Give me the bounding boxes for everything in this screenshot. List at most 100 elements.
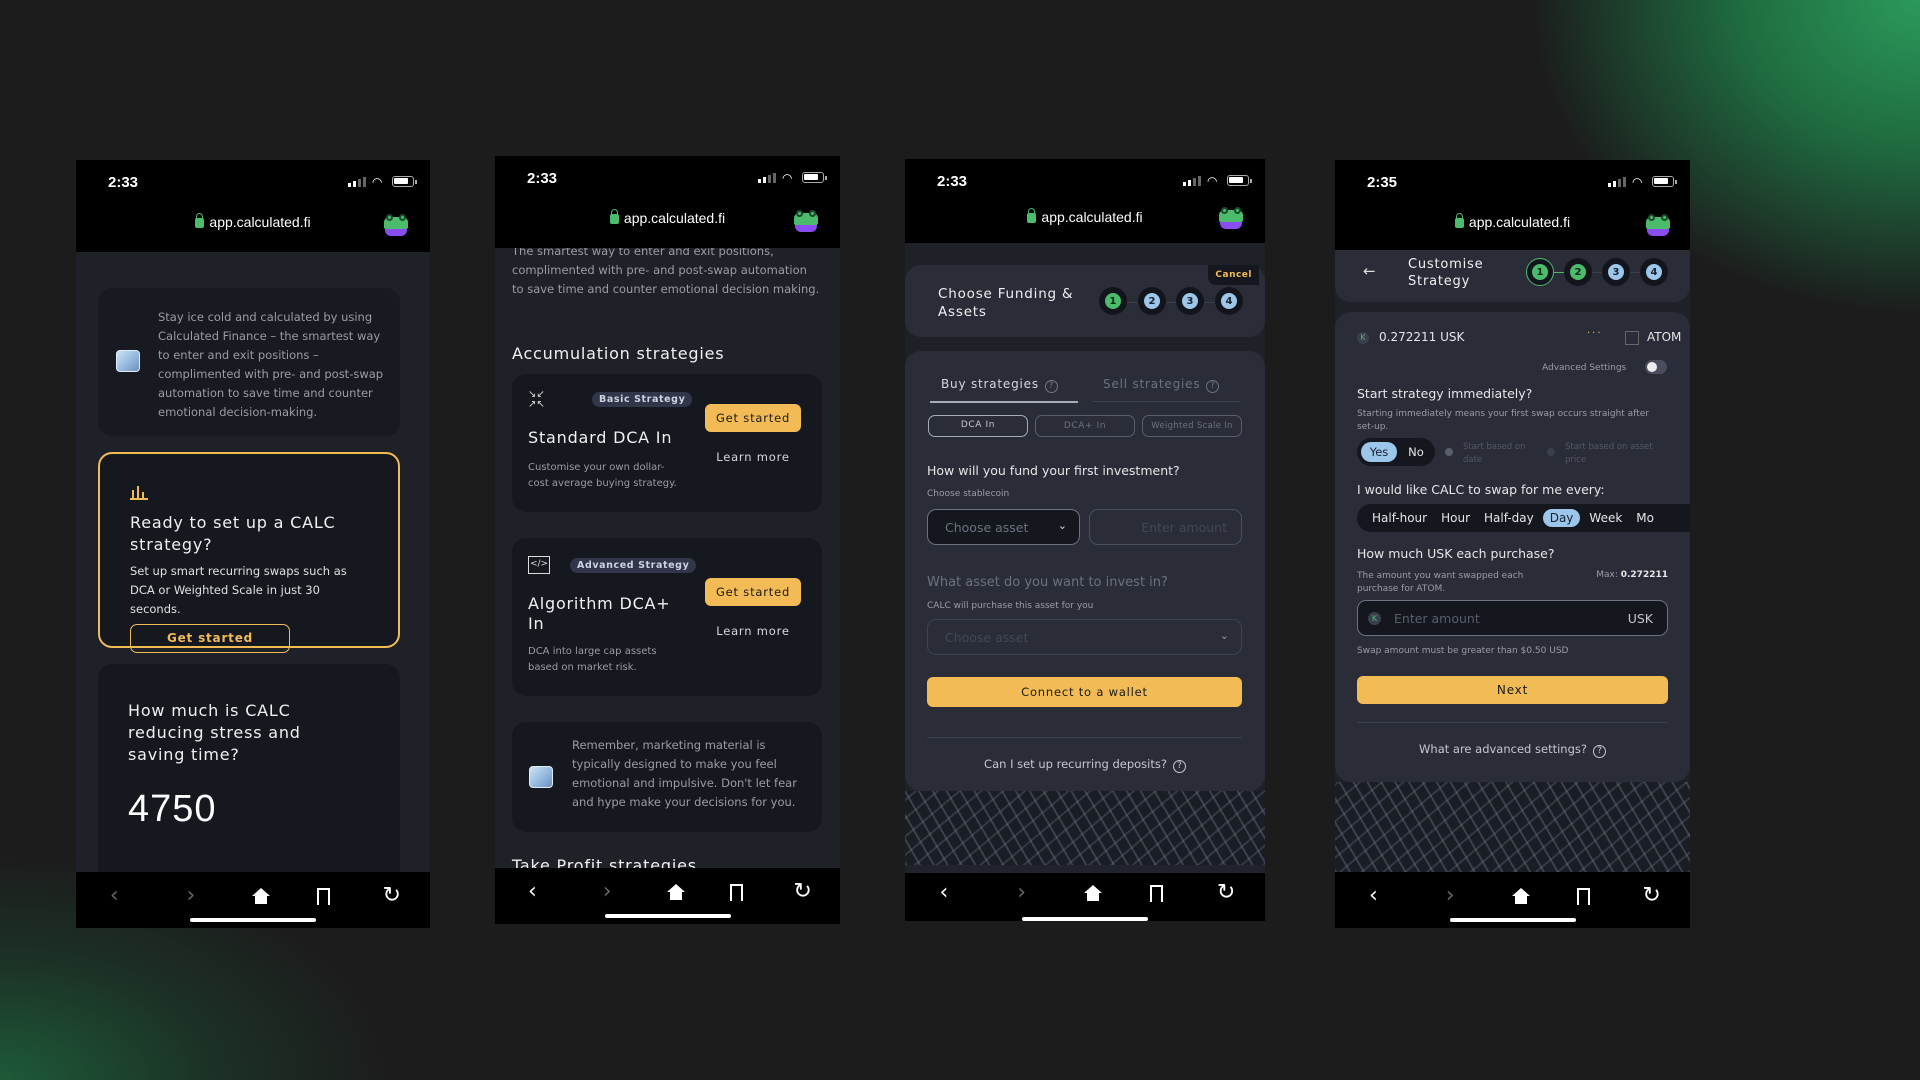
home-icon[interactable] <box>1511 888 1530 904</box>
home-icon[interactable] <box>666 884 685 900</box>
interval-option[interactable]: Week <box>1584 509 1627 527</box>
purchase-amount-input[interactable]: K Enter amount USK <box>1357 600 1668 636</box>
cancel-button[interactable]: Cancel <box>1208 265 1259 285</box>
lock-icon <box>195 213 205 228</box>
help-icon[interactable]: ? <box>1592 745 1606 758</box>
forward-button[interactable]: › <box>176 885 206 907</box>
url-text: app.calculated.fi <box>1468 214 1571 230</box>
strategy-type-dca-in[interactable]: DCA In <box>928 415 1028 437</box>
status-bar: 2:33 ◠ app.calculated.fi <box>495 156 840 248</box>
step-2[interactable]: 2 <box>1138 287 1166 315</box>
home-icon[interactable] <box>252 888 271 904</box>
start-date-option[interactable]: Start based on date <box>1463 441 1533 467</box>
connect-wallet-button[interactable]: Connect to a wallet <box>927 677 1242 707</box>
ice-cube-icon <box>529 766 553 788</box>
step-2[interactable]: 2 <box>1564 258 1592 286</box>
interval-option[interactable]: Mo <box>1631 509 1659 527</box>
address-bar[interactable]: app.calculated.fi <box>495 209 840 226</box>
address-bar[interactable]: app.calculated.fi <box>76 213 430 230</box>
calc-frog-logo-icon[interactable] <box>384 214 408 236</box>
recurring-deposits-faq[interactable]: Can I set up recurring deposits?? <box>905 757 1265 773</box>
tab-buy-strategies[interactable]: Buy strategies? <box>930 377 1078 403</box>
max-value[interactable]: 0.272211 <box>1621 570 1668 580</box>
next-button[interactable]: Next <box>1357 676 1668 704</box>
advanced-settings-toggle[interactable] <box>1645 360 1667 374</box>
step-3[interactable]: 3 <box>1176 287 1204 315</box>
calc-frog-logo-icon[interactable] <box>1219 207 1243 229</box>
interval-option[interactable]: Half-hour <box>1367 509 1432 527</box>
strategy-type-dca-plus-in[interactable]: DCA+ In <box>1035 415 1135 437</box>
get-started-button[interactable]: Get started <box>130 624 290 653</box>
reload-button[interactable]: ↻ <box>377 885 407 907</box>
step-3[interactable]: 3 <box>1602 258 1630 286</box>
bookmark-icon[interactable] <box>1150 884 1164 903</box>
signal-icon <box>1183 175 1201 186</box>
code-icon: </> <box>528 556 550 574</box>
home-icon[interactable] <box>1084 885 1103 901</box>
calc-frog-logo-icon[interactable] <box>1646 214 1670 236</box>
interval-option-selected[interactable]: Day <box>1542 509 1581 527</box>
get-started-button[interactable]: Get started <box>705 404 801 432</box>
learn-more-link[interactable]: Learn more <box>705 450 801 464</box>
start-price-option[interactable]: Start based on asset price <box>1565 441 1675 467</box>
price-radio[interactable] <box>1547 448 1555 456</box>
battery-icon <box>392 176 417 187</box>
reload-button[interactable]: ↻ <box>1211 882 1241 904</box>
strategy-card: ↘↙ ↗↖ Basic Strategy Standard DCA In Cust… <box>512 374 822 512</box>
learn-more-link[interactable]: Learn more <box>705 624 801 638</box>
home-indicator[interactable] <box>604 914 731 918</box>
help-icon[interactable]: ? <box>1172 760 1186 773</box>
home-indicator[interactable] <box>1022 917 1148 921</box>
compress-arrows-icon: ↘↙ ↗↖ <box>528 389 545 410</box>
step-4[interactable]: 4 <box>1640 258 1668 286</box>
date-radio[interactable] <box>1445 448 1453 456</box>
stablecoin-select[interactable]: Choose asset ⌄ <box>927 509 1080 545</box>
tab-sell-strategies[interactable]: Sell strategies? <box>1092 377 1240 402</box>
step-1[interactable]: 1 <box>1526 258 1554 286</box>
back-button[interactable]: ‹ <box>99 885 129 907</box>
invest-asset-select[interactable]: Choose asset ⌄ <box>927 619 1242 655</box>
faq-text: Can I set up recurring deposits? <box>984 757 1167 771</box>
forward-button[interactable]: › <box>1007 882 1037 904</box>
signal-icon <box>348 176 366 187</box>
bookmark-icon[interactable] <box>317 887 331 906</box>
status-time: 2:33 <box>937 173 968 190</box>
yes-option[interactable]: Yes <box>1361 442 1397 462</box>
address-bar[interactable]: app.calculated.fi <box>1335 213 1690 230</box>
back-button[interactable]: ‹ <box>517 881 547 903</box>
system-icons: ◠ <box>1608 174 1677 189</box>
wifi-icon: ◠ <box>372 174 383 189</box>
step-1[interactable]: 1 <box>1099 287 1127 315</box>
strategy-type-weighted-scale-in[interactable]: Weighted Scale In <box>1142 415 1242 437</box>
amount-input[interactable]: Enter amount <box>1089 509 1242 545</box>
calc-frog-logo-icon[interactable] <box>794 210 818 232</box>
interval-option[interactable]: Half-day <box>1479 509 1539 527</box>
no-option[interactable]: No <box>1401 442 1431 462</box>
reload-button[interactable]: ↻ <box>1637 885 1667 907</box>
help-icon[interactable]: ? <box>1206 380 1220 393</box>
bookmark-icon[interactable] <box>1576 887 1590 906</box>
tab-label: Buy strategies <box>941 377 1039 391</box>
bookmark-icon[interactable] <box>729 883 743 902</box>
reload-button[interactable]: ↻ <box>788 881 818 903</box>
wizard-title: Choose Funding & Assets <box>938 286 1074 320</box>
back-arrow-button[interactable]: ← <box>1363 262 1376 280</box>
get-started-button[interactable]: Get started <box>705 578 801 606</box>
home-indicator[interactable] <box>1449 918 1576 922</box>
home-indicator[interactable] <box>190 918 316 922</box>
address-bar[interactable]: app.calculated.fi <box>905 208 1265 225</box>
back-button[interactable]: ‹ <box>929 882 959 904</box>
advanced-settings-faq[interactable]: What are advanced settings?? <box>1335 742 1690 758</box>
forward-button[interactable]: › <box>592 881 622 903</box>
back-button[interactable]: ‹ <box>1358 885 1388 907</box>
strategy-title: Standard DCA In <box>528 428 673 447</box>
help-icon[interactable]: ? <box>1044 380 1058 393</box>
strategy-description: Customise your own dollar-cost average b… <box>528 462 677 489</box>
phone-screen-strategies: 2:33 ◠ app.calculated.fi The smartest wa… <box>495 156 840 924</box>
stats-value: 4750 <box>128 788 217 830</box>
stats-title: How much is CALC reducing stress and sav… <box>128 701 301 764</box>
wifi-icon: ◠ <box>1632 174 1643 189</box>
interval-option[interactable]: Hour <box>1436 509 1475 527</box>
forward-button[interactable]: › <box>1435 885 1465 907</box>
step-4[interactable]: 4 <box>1215 287 1243 315</box>
